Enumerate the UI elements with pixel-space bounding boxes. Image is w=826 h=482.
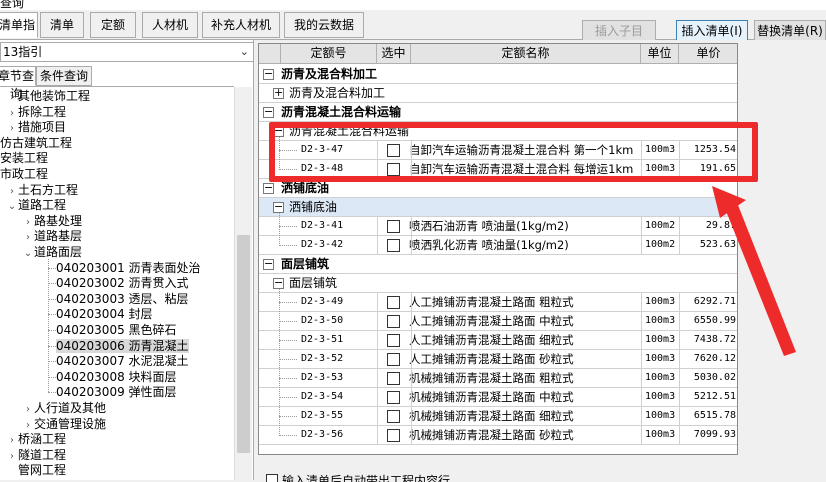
annotation-arrow-icon <box>712 186 796 356</box>
arrow-shaft <box>724 200 796 356</box>
